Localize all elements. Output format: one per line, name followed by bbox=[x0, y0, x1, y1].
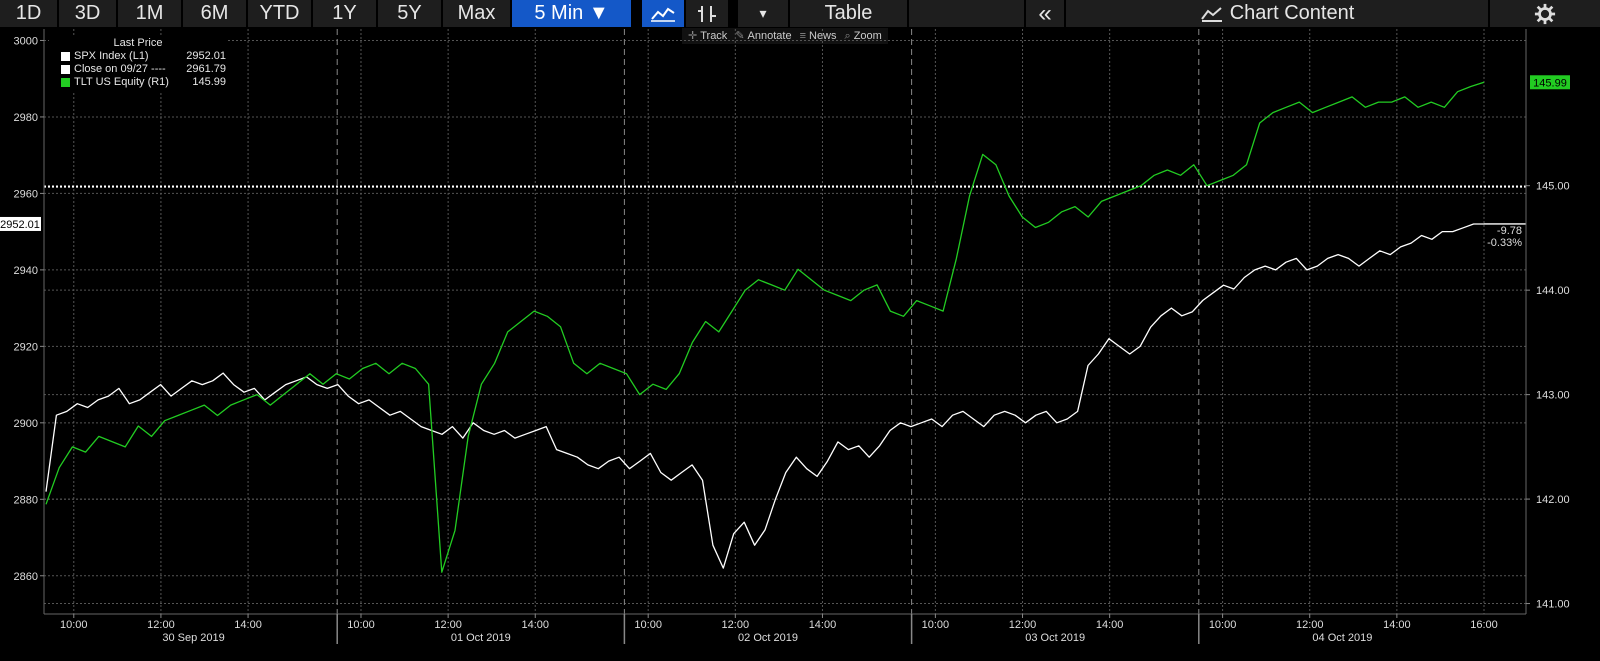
right-tick-label: 143.00 bbox=[1536, 390, 1570, 402]
legend-value: 2961.79 bbox=[186, 63, 226, 75]
axes-group: 2860 2880 2900 2920 2940 2960 2980 3000 141.00 14… bbox=[0, 29, 1570, 644]
time-tick-label: 10:00 bbox=[347, 619, 375, 631]
time-tick-label: 14:00 bbox=[809, 619, 837, 631]
time-tick-label: 16:00 bbox=[1470, 619, 1498, 631]
legend-name: TLT US Equity (R1) bbox=[74, 76, 169, 88]
time-tick-label: 10:00 bbox=[634, 619, 662, 631]
legend-swatch bbox=[61, 78, 70, 87]
time-tick-label: 12:00 bbox=[434, 619, 462, 631]
time-tick-label: 10:00 bbox=[60, 619, 88, 631]
time-tick-label: 10:00 bbox=[922, 619, 950, 631]
legend-row-close[interactable]: Close on 09/27 ---- 2961.79 bbox=[49, 63, 227, 76]
time-tick-label: 14:00 bbox=[1096, 619, 1124, 631]
left-tick-label: 3000 bbox=[14, 35, 38, 47]
change-value-label: -9.78 bbox=[1497, 225, 1522, 237]
chart-grid bbox=[44, 29, 1526, 614]
time-tick-label: 14:00 bbox=[521, 619, 549, 631]
left-tick-label: 2900 bbox=[14, 418, 38, 430]
time-tick-label: 12:00 bbox=[1296, 619, 1324, 631]
right-tick-label: 142.00 bbox=[1536, 494, 1570, 506]
price-chart[interactable]: 2860 2880 2900 2920 2940 2960 2980 3000 141.00 14… bbox=[0, 0, 1600, 661]
legend-swatch bbox=[61, 52, 70, 61]
left-tick-label: 2860 bbox=[14, 571, 38, 583]
right-tick-label: 145.00 bbox=[1536, 181, 1570, 193]
legend-row-tlt[interactable]: TLT US Equity (R1) 145.99 bbox=[49, 76, 227, 89]
time-tick-label: 14:00 bbox=[234, 619, 262, 631]
left-tick-label: 2960 bbox=[14, 188, 38, 200]
left-tick-label: 2980 bbox=[14, 112, 38, 124]
date-label: 30 Sep 2019 bbox=[162, 632, 224, 644]
legend-swatch bbox=[61, 65, 70, 74]
legend-value: 2952.01 bbox=[186, 50, 226, 62]
time-tick-label: 10:00 bbox=[1209, 619, 1237, 631]
date-label: 02 Oct 2019 bbox=[738, 632, 798, 644]
legend: Last Price SPX Index (L1) 2952.01 Close … bbox=[49, 36, 227, 92]
legend-header: Last Price bbox=[113, 37, 163, 49]
left-tick-label: 2920 bbox=[14, 341, 38, 353]
date-label: 04 Oct 2019 bbox=[1312, 632, 1372, 644]
legend-value: 145.99 bbox=[192, 76, 226, 88]
right-tick-label: 144.00 bbox=[1536, 285, 1570, 297]
left-last-price-label: 2952.01 bbox=[0, 219, 40, 231]
right-last-price-label: 145.99 bbox=[1533, 77, 1567, 89]
legend-name: Close on 09/27 ---- bbox=[74, 63, 166, 75]
time-tick-label: 12:00 bbox=[147, 619, 175, 631]
time-tick-label: 12:00 bbox=[722, 619, 750, 631]
change-percent-label: -0.33% bbox=[1487, 237, 1522, 249]
left-tick-label: 2880 bbox=[14, 494, 38, 506]
legend-name: SPX Index (L1) bbox=[74, 50, 149, 62]
date-label: 01 Oct 2019 bbox=[451, 632, 511, 644]
left-tick-label: 2940 bbox=[14, 265, 38, 277]
time-tick-label: 14:00 bbox=[1383, 619, 1411, 631]
spx-index-line bbox=[45, 223, 1484, 569]
time-tick-label: 12:00 bbox=[1009, 619, 1037, 631]
right-tick-label: 141.00 bbox=[1536, 599, 1570, 611]
date-label: 03 Oct 2019 bbox=[1025, 632, 1085, 644]
legend-row-spx[interactable]: SPX Index (L1) 2952.01 bbox=[49, 50, 227, 63]
